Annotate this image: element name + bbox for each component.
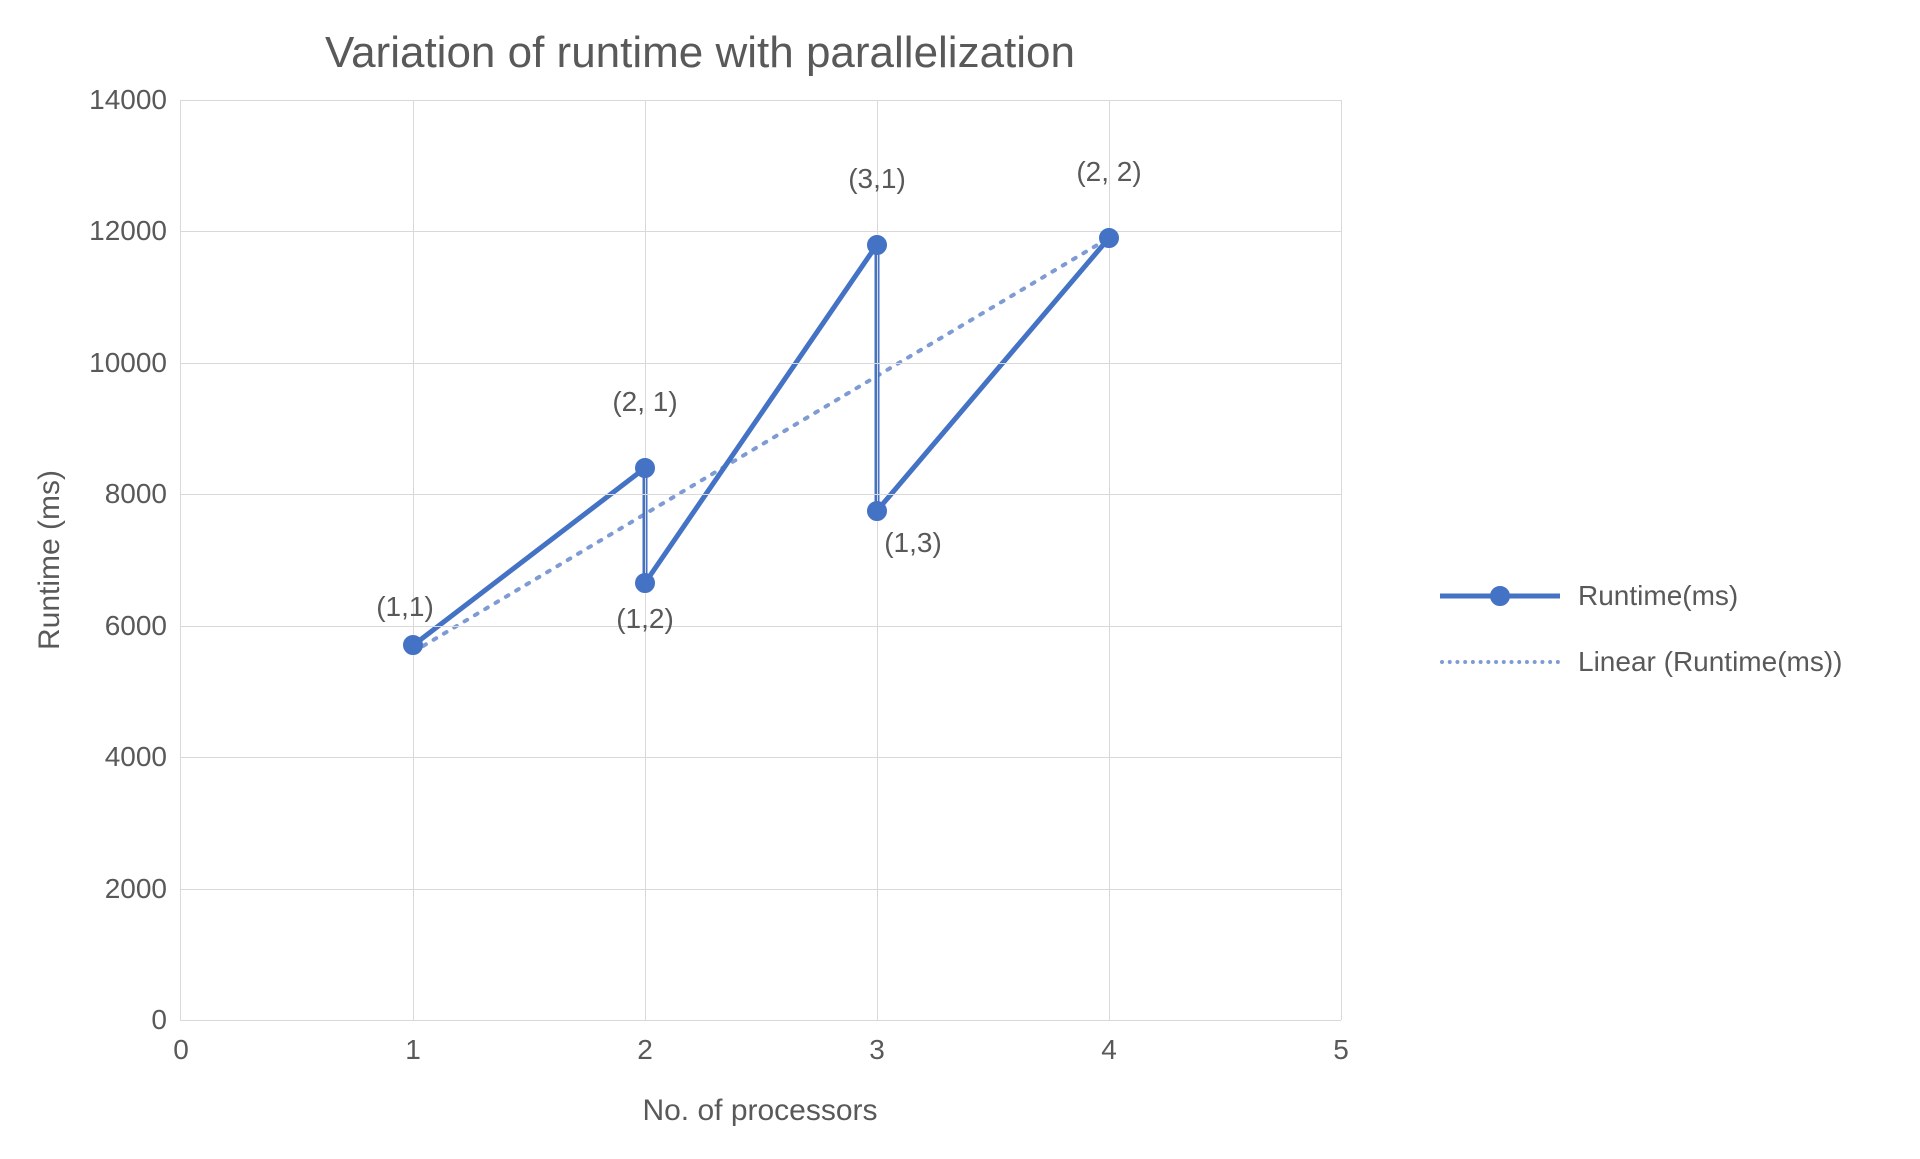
y-tick-label: 6000 (105, 610, 181, 642)
data-label: (1,1) (376, 591, 434, 623)
trend-line (413, 238, 1109, 652)
grid-line (1341, 100, 1342, 1020)
data-label: (2, 2) (1076, 156, 1141, 188)
legend: Runtime(ms) Linear (Runtime(ms)) (1440, 580, 1843, 712)
legend-label: Linear (Runtime(ms)) (1578, 646, 1843, 678)
data-point (635, 458, 655, 478)
x-axis-label: No. of processors (642, 1094, 877, 1128)
grid-line (413, 100, 414, 1020)
data-point (867, 501, 887, 521)
legend-label: Runtime(ms) (1578, 580, 1738, 612)
y-tick-label: 12000 (89, 215, 181, 247)
y-tick-label: 4000 (105, 741, 181, 773)
y-tick-label: 8000 (105, 478, 181, 510)
plot-area: 01234502000400060008000100001200014000(1… (180, 100, 1341, 1021)
x-tick-label: 5 (1333, 1020, 1349, 1066)
marker-icon (867, 501, 887, 521)
grid-line (645, 100, 646, 1020)
dotted-line-icon (1440, 660, 1560, 664)
data-label: (2, 1) (612, 386, 677, 418)
y-tick-label: 10000 (89, 347, 181, 379)
data-point (635, 573, 655, 593)
y-tick-label: 14000 (89, 84, 181, 116)
data-point (1099, 228, 1119, 248)
data-label: (1,3) (884, 527, 942, 559)
marker-icon (1490, 586, 1510, 606)
legend-swatch-solid (1440, 584, 1560, 608)
x-tick-label: 4 (1101, 1020, 1117, 1066)
data-point (403, 635, 423, 655)
marker-icon (1099, 228, 1119, 248)
marker-icon (635, 573, 655, 593)
data-label: (3,1) (848, 163, 906, 195)
grid-line (181, 626, 1341, 627)
plot-svg (181, 100, 1341, 1020)
legend-item-linear: Linear (Runtime(ms)) (1440, 646, 1843, 678)
runtime-line (413, 238, 1109, 645)
y-tick-label: 0 (151, 1004, 181, 1036)
chart-container: Variation of runtime with parallelizatio… (0, 0, 1920, 1159)
x-tick-label: 3 (869, 1020, 885, 1066)
data-label: (1,2) (616, 603, 674, 635)
x-tick-label: 1 (405, 1020, 421, 1066)
x-tick-label: 2 (637, 1020, 653, 1066)
y-axis-label: Runtime (ms) (33, 470, 67, 650)
grid-line (181, 231, 1341, 232)
grid-line (181, 494, 1341, 495)
legend-item-runtime: Runtime(ms) (1440, 580, 1843, 612)
grid-line (181, 757, 1341, 758)
marker-icon (403, 635, 423, 655)
grid-line (181, 100, 1341, 101)
y-tick-label: 2000 (105, 873, 181, 905)
data-point (867, 235, 887, 255)
marker-icon (635, 458, 655, 478)
chart-title: Variation of runtime with parallelizatio… (0, 28, 1400, 78)
marker-icon (867, 235, 887, 255)
grid-line (181, 889, 1341, 890)
legend-swatch-dotted (1440, 650, 1560, 674)
grid-line (181, 363, 1341, 364)
